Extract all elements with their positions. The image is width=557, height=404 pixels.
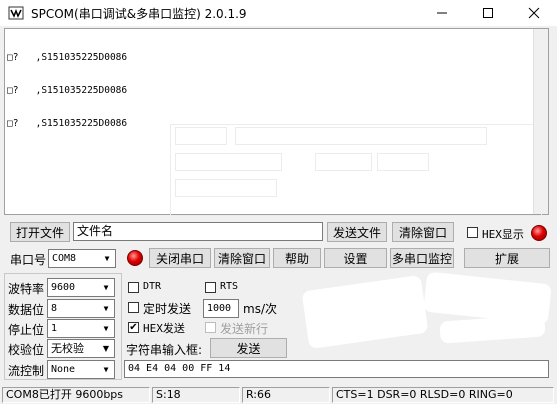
send-file-button[interactable]: 发送文件 xyxy=(327,222,387,242)
background-watermark-button xyxy=(315,153,372,171)
minimize-button[interactable] xyxy=(419,0,465,26)
background-watermark-field xyxy=(235,127,487,145)
stop-bits-select[interactable]: 1 ▼ xyxy=(47,319,115,338)
background-watermark-combo xyxy=(175,153,282,171)
receive-lines: □? ,S151035225D0086 □? ,S151035225D0086 … xyxy=(7,30,127,151)
window-title: SPCOM(串口调试&多串口监控) 2.0.1.9 xyxy=(31,7,247,21)
data-bits-select-value: 8 xyxy=(51,303,58,314)
maximize-button[interactable] xyxy=(465,0,511,26)
dtr-checkbox[interactable] xyxy=(128,282,139,293)
baud-select[interactable]: 9600 ▼ xyxy=(47,278,115,297)
timed-send-label: 定时发送 xyxy=(143,302,192,316)
stop-bits-label: 停止位 xyxy=(8,323,45,337)
port-select-value: COM8 xyxy=(52,253,77,264)
port-select[interactable]: COM8 ▼ xyxy=(48,249,116,268)
chevron-down-icon: ▼ xyxy=(104,254,110,263)
chevron-down-icon: ▼ xyxy=(103,324,109,333)
receive-line: □? ,S151035225D0086 xyxy=(7,118,128,129)
flow-select-value: None xyxy=(51,364,76,375)
chevron-down-icon: ▼ xyxy=(102,344,110,353)
receive-area[interactable]: □? ,S151035225D0086 □? ,S151035225D0086 … xyxy=(4,28,549,216)
send-newline-checkbox[interactable] xyxy=(205,322,216,333)
hex-display-checkbox[interactable] xyxy=(467,227,478,238)
background-watermark-button xyxy=(175,127,227,145)
background-watermark-button xyxy=(377,153,429,171)
rts-checkbox[interactable] xyxy=(205,282,216,293)
send-input[interactable]: 04 E4 04 00 FF 14 xyxy=(124,360,549,378)
interval-input[interactable]: 1000 xyxy=(203,299,239,318)
receive-scrollbar[interactable] xyxy=(533,29,548,214)
receive-line: □? ,S151035225D0086 xyxy=(7,52,128,63)
title-bar[interactable]: SPCOM(串口调试&多串口监控) 2.0.1.9 xyxy=(0,0,557,26)
chevron-down-icon: ▼ xyxy=(103,283,109,292)
file-name-field[interactable]: 文件名 xyxy=(73,222,323,241)
timed-send-checkbox[interactable] xyxy=(128,302,139,313)
hex-send-checkbox[interactable]: ✔ xyxy=(128,322,139,333)
received-count: R:66 xyxy=(242,387,330,403)
close-icon xyxy=(528,7,540,19)
parity-select-value: 无校验 xyxy=(51,342,84,355)
hex-display-label: HEX显示 xyxy=(482,228,524,241)
port-led-icon xyxy=(127,250,143,266)
maximize-icon xyxy=(483,8,493,18)
data-bits-select[interactable]: 8 ▼ xyxy=(47,299,115,318)
spcom-window: SPCOM(串口调试&多串口监控) 2.0.1.9 □? ,S151035225… xyxy=(0,0,557,404)
receive-line: □? ,S151035225D0086 xyxy=(7,85,128,96)
hex-send-label: HEX发送 xyxy=(143,322,185,335)
dtr-label: DTR xyxy=(143,281,162,292)
string-input-label: 字符串输入框: xyxy=(126,343,203,357)
status-led-icon xyxy=(531,225,547,241)
line-status: CTS=1 DSR=0 RLSD=0 RING=0 xyxy=(332,387,554,403)
chevron-down-icon: ▼ xyxy=(103,304,109,313)
minimize-icon xyxy=(437,12,447,14)
flow-label: 流控制 xyxy=(8,364,45,378)
redaction-mark xyxy=(301,274,429,350)
status-bar: COM8已打开 9600bps S:18 R:66 CTS=1 DSR=0 RL… xyxy=(0,386,557,404)
settings-button[interactable]: 设置 xyxy=(324,248,387,268)
interval-unit: ms/次 xyxy=(243,302,277,316)
app-icon xyxy=(8,6,24,20)
parity-label: 校验位 xyxy=(8,343,45,357)
clear-window-button[interactable]: 清除窗口 xyxy=(214,248,270,268)
chevron-down-icon: ▼ xyxy=(103,365,109,374)
port-label: 串口号 xyxy=(10,253,47,267)
expand-button[interactable]: 扩展 xyxy=(464,248,550,268)
baud-label: 波特率 xyxy=(8,282,45,296)
multi-port-monitor-button[interactable]: 多串口监控 xyxy=(390,248,454,268)
send-button[interactable]: 发送 xyxy=(210,338,287,358)
baud-select-value: 9600 xyxy=(51,282,76,293)
background-watermark-combo xyxy=(175,179,277,197)
send-newline-label: 发送新行 xyxy=(220,322,269,336)
help-button[interactable]: 帮助 xyxy=(273,248,321,268)
flow-select[interactable]: None ▼ xyxy=(47,360,115,379)
redaction-mark xyxy=(439,314,546,344)
stop-bits-select-value: 1 xyxy=(51,323,58,334)
data-bits-label: 数据位 xyxy=(8,303,45,317)
port-status: COM8已打开 9600bps xyxy=(2,387,150,403)
checkmark-icon: ✔ xyxy=(129,322,138,333)
parity-select[interactable]: 无校验 ▼ xyxy=(47,339,115,358)
sent-count: S:18 xyxy=(152,387,240,403)
clear-window-button-top[interactable]: 清除窗口 xyxy=(392,222,454,242)
open-file-button[interactable]: 打开文件 xyxy=(10,222,70,242)
close-button[interactable] xyxy=(511,0,557,26)
close-port-button[interactable]: 关闭串口 xyxy=(149,248,211,268)
rts-label: RTS xyxy=(220,281,239,292)
